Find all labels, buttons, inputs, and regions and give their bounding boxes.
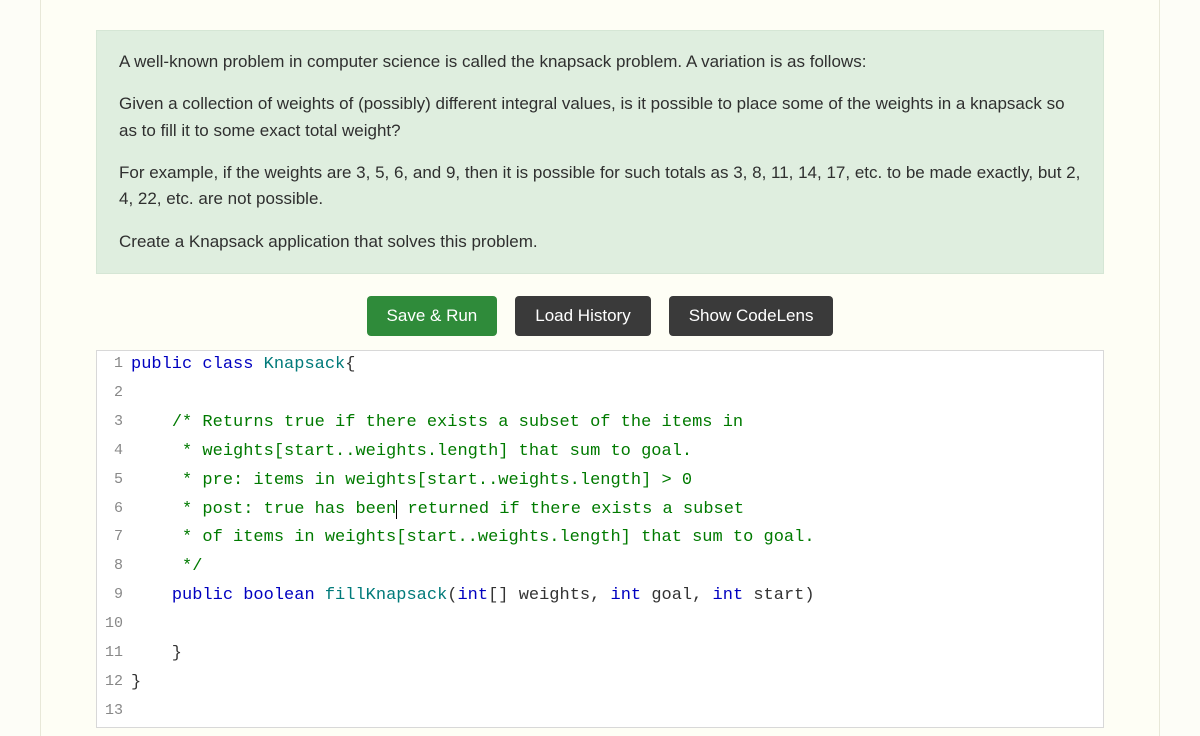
problem-paragraph: Given a collection of weights of (possib… bbox=[119, 91, 1081, 144]
code-token: { bbox=[345, 355, 355, 374]
code-token: } bbox=[131, 673, 141, 692]
line-number: 13 bbox=[97, 698, 131, 727]
load-history-button[interactable]: Load History bbox=[515, 296, 650, 336]
code-line[interactable]: 5 * pre: items in weights[start..weights… bbox=[97, 467, 1103, 496]
code-line[interactable]: 1public class Knapsack{ bbox=[97, 351, 1103, 380]
problem-paragraph: For example, if the weights are 3, 5, 6,… bbox=[119, 160, 1081, 213]
code-token bbox=[131, 500, 182, 519]
code-line[interactable]: 2 bbox=[97, 380, 1103, 409]
code-text[interactable]: * of items in weights[start..weights.len… bbox=[131, 524, 1103, 553]
code-line[interactable]: 3 /* Returns true if there exists a subs… bbox=[97, 409, 1103, 438]
code-line[interactable]: 13 bbox=[97, 698, 1103, 727]
code-token bbox=[315, 586, 325, 605]
code-token: public bbox=[172, 586, 233, 605]
code-token: * pre: items in weights[start..weights.l… bbox=[182, 471, 692, 490]
line-number: 6 bbox=[97, 496, 131, 525]
code-token: * of items in weights[start..weights.len… bbox=[182, 528, 815, 547]
code-token: ( bbox=[447, 586, 457, 605]
code-line[interactable]: 7 * of items in weights[start..weights.l… bbox=[97, 524, 1103, 553]
page-background: A well-known problem in computer science… bbox=[0, 0, 1200, 736]
line-number: 8 bbox=[97, 553, 131, 582]
code-token: boolean bbox=[243, 586, 314, 605]
code-token bbox=[131, 557, 182, 576]
problem-paragraph: A well-known problem in computer science… bbox=[119, 49, 1081, 75]
code-text[interactable]: /* Returns true if there exists a subset… bbox=[131, 409, 1103, 438]
code-token: * weights[start..weights.length] that su… bbox=[182, 442, 692, 461]
code-token: */ bbox=[182, 557, 202, 576]
content-panel: A well-known problem in computer science… bbox=[40, 0, 1160, 736]
code-text[interactable] bbox=[131, 611, 1103, 640]
code-token: returned if there exists a subset bbox=[397, 500, 744, 519]
code-text[interactable]: } bbox=[131, 640, 1103, 669]
code-line[interactable]: 8 */ bbox=[97, 553, 1103, 582]
code-token: int bbox=[611, 586, 642, 605]
line-number: 3 bbox=[97, 409, 131, 438]
code-token: public bbox=[131, 355, 192, 374]
line-number: 12 bbox=[97, 669, 131, 698]
line-number: 11 bbox=[97, 640, 131, 669]
problem-statement: A well-known problem in computer science… bbox=[96, 30, 1104, 274]
code-token: /* Returns true if there exists a subset… bbox=[172, 413, 743, 432]
code-line[interactable]: 6 * post: true has been returned if ther… bbox=[97, 496, 1103, 525]
code-text[interactable]: } bbox=[131, 669, 1103, 698]
code-text[interactable] bbox=[131, 698, 1103, 727]
code-token bbox=[131, 442, 182, 461]
code-token: int bbox=[457, 586, 488, 605]
code-line[interactable]: 12} bbox=[97, 669, 1103, 698]
code-editor[interactable]: 1public class Knapsack{2 3 /* Returns tr… bbox=[96, 350, 1104, 728]
code-line[interactable]: 9 public boolean fillKnapsack(int[] weig… bbox=[97, 582, 1103, 611]
code-line[interactable]: 10 bbox=[97, 611, 1103, 640]
code-token bbox=[253, 355, 263, 374]
line-number: 7 bbox=[97, 524, 131, 553]
toolbar: Save & Run Load History Show CodeLens bbox=[96, 296, 1104, 336]
code-token: } bbox=[131, 644, 182, 663]
save-run-button[interactable]: Save & Run bbox=[367, 296, 498, 336]
line-number: 2 bbox=[97, 380, 131, 409]
code-text[interactable]: * pre: items in weights[start..weights.l… bbox=[131, 467, 1103, 496]
code-line[interactable]: 4 * weights[start..weights.length] that … bbox=[97, 438, 1103, 467]
line-number: 1 bbox=[97, 351, 131, 380]
code-token: int bbox=[713, 586, 744, 605]
code-line[interactable]: 11 } bbox=[97, 640, 1103, 669]
code-token bbox=[131, 413, 172, 432]
code-text[interactable]: public class Knapsack{ bbox=[131, 351, 1103, 380]
code-token bbox=[233, 586, 243, 605]
code-token bbox=[131, 528, 182, 547]
line-number: 5 bbox=[97, 467, 131, 496]
code-token: Knapsack bbox=[264, 355, 346, 374]
line-number: 10 bbox=[97, 611, 131, 640]
code-token bbox=[131, 471, 182, 490]
code-token bbox=[131, 586, 172, 605]
code-token: goal, bbox=[641, 586, 712, 605]
problem-paragraph: Create a Knapsack application that solve… bbox=[119, 229, 1081, 255]
code-text[interactable]: */ bbox=[131, 553, 1103, 582]
code-text[interactable]: * weights[start..weights.length] that su… bbox=[131, 438, 1103, 467]
code-token: fillKnapsack bbox=[325, 586, 447, 605]
code-token: * post: true has been bbox=[182, 500, 396, 519]
code-token: [] weights, bbox=[488, 586, 610, 605]
show-codelens-button[interactable]: Show CodeLens bbox=[669, 296, 834, 336]
code-text[interactable] bbox=[131, 380, 1103, 409]
line-number: 9 bbox=[97, 582, 131, 611]
code-text[interactable]: * post: true has been returned if there … bbox=[131, 496, 1103, 525]
code-text[interactable]: public boolean fillKnapsack(int[] weight… bbox=[131, 582, 1103, 611]
line-number: 4 bbox=[97, 438, 131, 467]
code-token: class bbox=[202, 355, 253, 374]
code-token: start) bbox=[743, 586, 814, 605]
code-token bbox=[192, 355, 202, 374]
